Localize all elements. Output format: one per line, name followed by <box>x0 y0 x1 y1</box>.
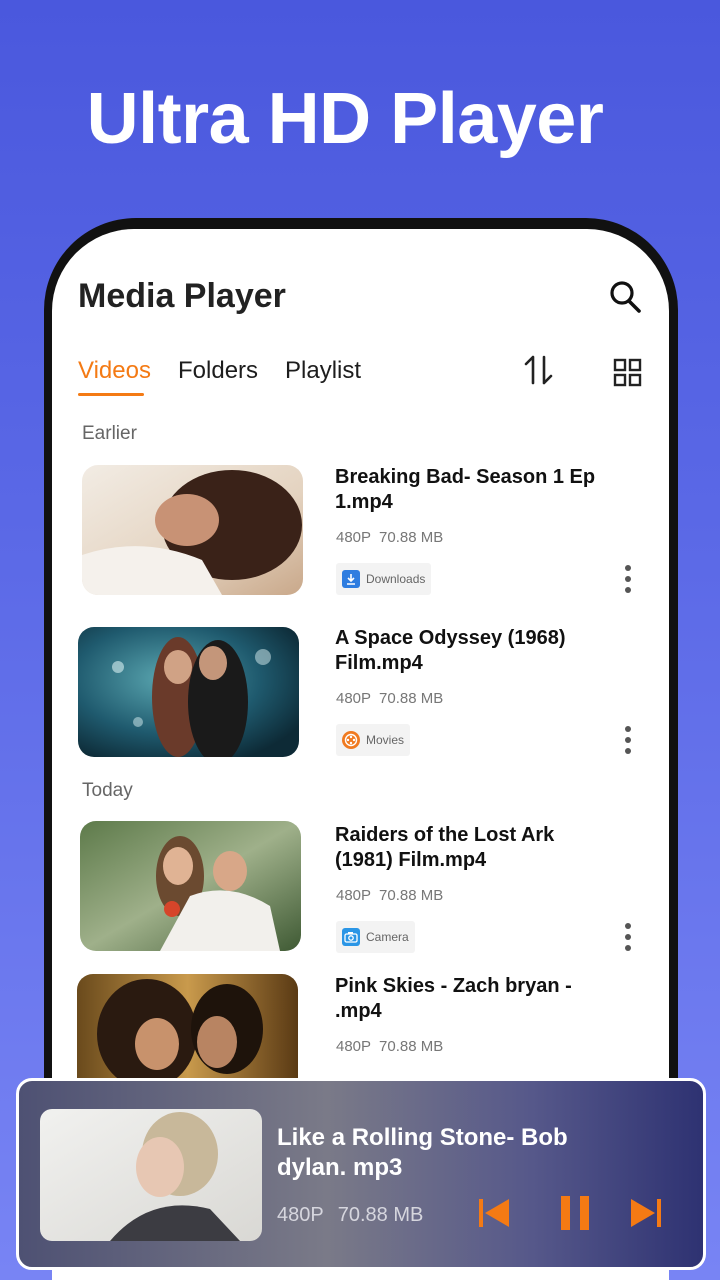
section-label-earlier: Earlier <box>82 423 137 444</box>
sort-icon <box>524 355 553 385</box>
page-title: Media Player <box>78 277 286 315</box>
video-title: Pink Skies - Zach bryan - .mp4 <box>335 975 572 1022</box>
video-title: A Space Odyssey (1968) Film.mp4 <box>335 627 566 674</box>
video-meta: 480P 70.88 MB <box>336 887 444 904</box>
video-meta: 480P 70.88 MB <box>336 690 444 707</box>
pause-icon <box>561 1196 589 1230</box>
more-options-button[interactable] <box>618 722 638 758</box>
more-options-button[interactable] <box>618 919 638 955</box>
list-item[interactable]: A Space Odyssey (1968) Film.mp4 480P 70.8… <box>52 626 669 766</box>
previous-button[interactable] <box>475 1193 515 1233</box>
folder-badge: Downloads <box>336 563 432 595</box>
promo-headline: Ultra HD Player <box>86 79 604 159</box>
list-item[interactable]: Raiders of the Lost Ark (1981) Film.mp4 … <box>52 821 669 963</box>
tab-videos[interactable]: Videos <box>78 357 151 385</box>
film-reel-icon <box>342 731 360 749</box>
active-tab-indicator <box>78 393 144 396</box>
more-options-button[interactable] <box>618 561 638 597</box>
folder-badge: Camera <box>336 921 415 953</box>
mini-player[interactable]: Like a Rolling Stone- Bob dylan. mp3 480… <box>16 1078 706 1270</box>
grid-view-button[interactable] <box>610 355 644 389</box>
section-label-today: Today <box>82 780 133 801</box>
tab-playlist[interactable]: Playlist <box>285 357 361 385</box>
camera-icon <box>342 928 360 946</box>
list-item[interactable]: Breaking Bad- Season 1 Ep 1.mp4 480P 70.8… <box>52 465 669 605</box>
folder-badge: Movies <box>336 724 411 756</box>
tab-folders[interactable]: Folders <box>178 357 258 385</box>
video-meta: 480P 70.88 MB <box>336 1038 444 1055</box>
video-title: Raiders of the Lost Ark (1981) Film.mp4 <box>335 824 555 871</box>
now-playing-thumbnail <box>40 1109 262 1241</box>
pause-button[interactable] <box>555 1193 595 1233</box>
sort-button[interactable] <box>522 353 556 387</box>
video-thumbnail <box>78 627 299 757</box>
download-icon <box>342 570 360 588</box>
grid-view-icon <box>613 358 642 387</box>
search-icon <box>610 281 641 313</box>
video-meta: 480P 70.88 MB <box>336 529 444 546</box>
now-playing-title: Like a Rolling Stone- Bob dylan. mp3 <box>277 1124 568 1181</box>
skip-next-icon <box>631 1199 661 1227</box>
next-button[interactable] <box>625 1193 665 1233</box>
now-playing-meta: 480P 70.88 MB <box>277 1204 424 1226</box>
search-button[interactable] <box>608 277 644 317</box>
skip-previous-icon <box>479 1199 509 1227</box>
video-title: Breaking Bad- Season 1 Ep 1.mp4 <box>335 466 596 513</box>
video-thumbnail <box>80 821 301 951</box>
video-thumbnail <box>82 465 303 595</box>
